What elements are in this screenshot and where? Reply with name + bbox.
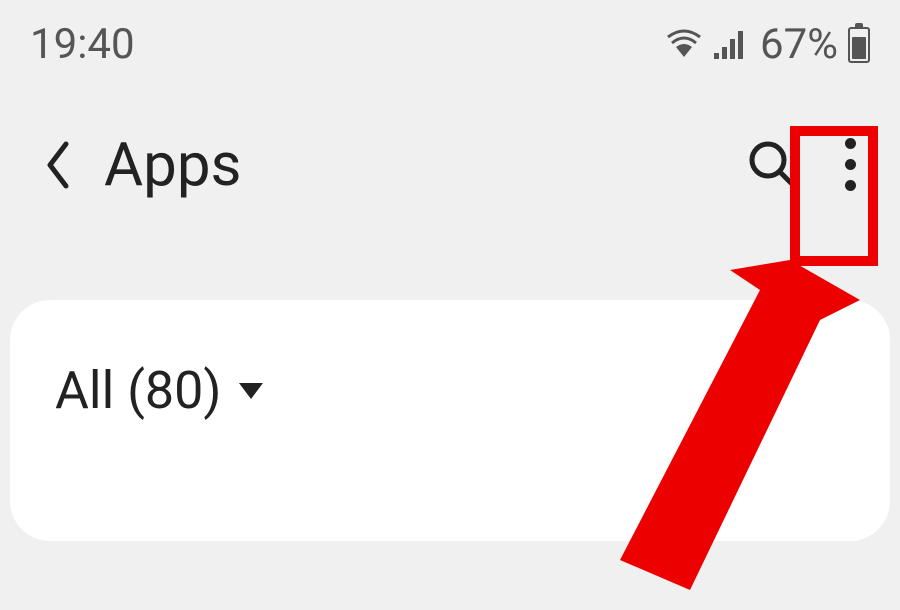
back-icon[interactable]	[40, 138, 74, 192]
wifi-icon	[664, 29, 704, 61]
filter-card: All (80)	[10, 300, 890, 541]
filter-label: All (80)	[55, 360, 221, 421]
filter-selector[interactable]: All (80)	[55, 360, 263, 421]
status-time: 19:40	[30, 20, 135, 69]
search-icon[interactable]	[746, 138, 800, 192]
battery-percent: 67%	[760, 20, 838, 69]
header: Apps	[0, 79, 900, 260]
chevron-down-icon	[239, 383, 263, 399]
more-options-icon[interactable]	[830, 135, 870, 195]
battery-icon	[848, 27, 870, 63]
signal-icon	[714, 29, 750, 61]
page-title: Apps	[104, 129, 726, 200]
status-right: 67%	[664, 20, 870, 69]
status-bar: 19:40 67%	[0, 0, 900, 79]
